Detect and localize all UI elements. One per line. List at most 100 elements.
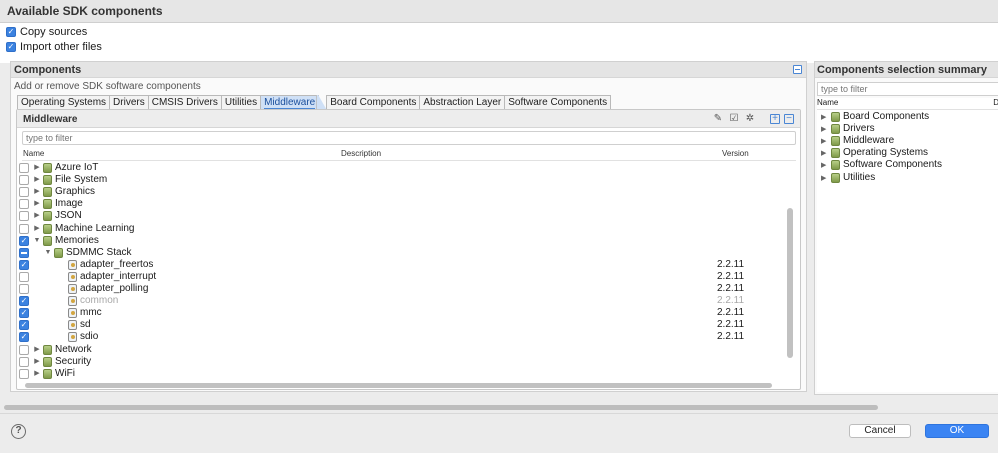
row-checkbox[interactable] — [19, 211, 29, 222]
collapsed-arrow-icon[interactable]: ▶ — [33, 212, 41, 220]
expanded-arrow-icon[interactable]: ▼ — [44, 249, 52, 257]
tree-row[interactable]: ▼ SDMMC Stack — [17, 247, 787, 259]
collapsed-arrow-icon[interactable]: ▶ — [33, 370, 41, 378]
collapsed-arrow-icon[interactable]: ▶ — [33, 346, 41, 354]
collapsed-arrow-icon[interactable]: ▶ — [821, 137, 826, 145]
tab-board-components[interactable]: Board Components — [326, 95, 421, 109]
summary-row[interactable]: ▶ Board Components — [817, 111, 997, 123]
row-checkbox[interactable] — [19, 223, 29, 234]
tree-row[interactable]: ▶ JSON — [17, 210, 787, 222]
dialog-horizontal-scrollbar[interactable] — [4, 405, 878, 410]
minimize-icon[interactable] — [793, 65, 802, 74]
row-name: Azure IoT — [55, 162, 99, 173]
tab-middleware[interactable]: Middleware — [260, 95, 320, 109]
tree-row[interactable]: ▶ Network — [17, 344, 787, 356]
components-panel-title: Components — [14, 64, 82, 76]
collapsed-arrow-icon[interactable]: ▶ — [33, 200, 41, 208]
tree-row[interactable]: ✓ common 2.2.11 — [17, 295, 787, 307]
collapsed-arrow-icon[interactable]: ▶ — [821, 161, 826, 169]
row-checkbox[interactable] — [19, 199, 29, 210]
tree-row[interactable]: ✓ mmc 2.2.11 — [17, 307, 787, 319]
copy-sources-checkbox[interactable]: ✓ Copy sources — [6, 26, 87, 38]
row-checkbox[interactable] — [19, 187, 29, 198]
collapsed-arrow-icon[interactable]: ▶ — [33, 225, 41, 233]
tree-row[interactable]: ▶ Image — [17, 198, 787, 210]
row-checkbox[interactable] — [19, 368, 29, 379]
summary-row[interactable]: ▶ Software Components — [817, 159, 997, 171]
collapsed-arrow-icon[interactable]: ▶ — [33, 358, 41, 366]
tree-row[interactable]: ✓ ▼ Memories — [17, 235, 787, 247]
row-name: SDMMC Stack — [66, 246, 132, 258]
row-checkbox[interactable] — [19, 247, 29, 258]
ok-button[interactable]: OK — [925, 424, 989, 438]
expand-all-icon[interactable]: + — [770, 114, 780, 124]
check-all-icon[interactable]: ☑ — [728, 113, 740, 125]
import-other-files-checkbox[interactable]: ✓ Import other files — [6, 41, 102, 53]
summary-filter-input[interactable] — [817, 82, 998, 96]
horizontal-scrollbar[interactable] — [25, 383, 772, 388]
summary-row-name: Board Components — [843, 111, 930, 122]
tab-operating-systems[interactable]: Operating Systems — [17, 95, 111, 109]
collapsed-arrow-icon[interactable]: ▶ — [33, 176, 41, 184]
row-checkbox[interactable] — [19, 163, 29, 173]
expanded-arrow-icon[interactable]: ▼ — [33, 237, 41, 245]
tab-drivers[interactable]: Drivers — [109, 95, 149, 109]
collapsed-arrow-icon[interactable]: ▶ — [33, 188, 41, 196]
database-icon — [43, 368, 52, 379]
edit-icon[interactable]: ✎ — [712, 113, 724, 125]
components-panel: Components Add or remove SDK software co… — [10, 61, 807, 392]
collapsed-arrow-icon[interactable]: ▶ — [821, 113, 826, 121]
row-checkbox[interactable]: ✓ — [19, 259, 29, 270]
filter-clear-icon[interactable]: ✲ — [744, 113, 756, 125]
row-checkbox[interactable] — [19, 284, 29, 294]
help-icon[interactable]: ? — [11, 424, 26, 439]
row-checkbox[interactable]: ✓ — [19, 308, 29, 319]
tree-row[interactable]: ▶ Azure IoT — [17, 162, 787, 174]
collapsed-arrow-icon[interactable]: ▶ — [821, 125, 826, 133]
row-version: 2.2.11 — [717, 258, 745, 270]
tab-abstraction-layer[interactable]: Abstraction Layer — [419, 95, 506, 109]
tree-row[interactable]: ✓ sd 2.2.11 — [17, 319, 787, 331]
row-checkbox[interactable]: ✓ — [19, 332, 29, 343]
tree-row[interactable]: adapter_polling 2.2.11 — [17, 283, 787, 295]
dialog-titlebar: Available SDK components — [0, 0, 998, 23]
summary-row[interactable]: ▶ Middleware — [817, 135, 997, 147]
row-name: common — [80, 295, 119, 307]
tree-row[interactable]: ▶ Graphics — [17, 186, 787, 198]
summary-row[interactable]: ▶ Drivers — [817, 123, 997, 135]
vertical-scrollbar[interactable] — [787, 208, 793, 358]
collapsed-arrow-icon[interactable]: ▶ — [821, 149, 826, 157]
tab-software-components[interactable]: Software Components — [504, 95, 612, 109]
tree-row[interactable]: ▶ File System — [17, 174, 787, 186]
tree-row[interactable]: ▶ WiFi — [17, 368, 787, 380]
collapsed-arrow-icon[interactable]: ▶ — [821, 174, 826, 182]
tree-row[interactable]: adapter_interrupt 2.2.11 — [17, 271, 787, 283]
component-icon — [68, 271, 77, 282]
summary-column-description[interactable]: D — [993, 98, 998, 107]
summary-row-name: Operating Systems — [843, 147, 929, 159]
tree-row[interactable]: ▶ Security — [17, 356, 787, 368]
row-checkbox[interactable]: ✓ — [19, 320, 29, 331]
row-checkbox[interactable] — [19, 271, 29, 282]
row-checkbox[interactable] — [19, 344, 29, 355]
view-toolbar: ✎ ☑ ✲ + − — [712, 113, 794, 125]
middleware-filter-input[interactable] — [22, 131, 796, 145]
check-icon: ✓ — [6, 42, 16, 52]
database-icon — [831, 136, 840, 147]
row-name: Image — [55, 198, 83, 210]
row-checkbox[interactable]: ✓ — [19, 296, 29, 307]
tab-utilities[interactable]: Utilities — [220, 95, 262, 109]
tree-row[interactable]: ✓ sdio 2.2.11 — [17, 331, 787, 343]
row-checkbox[interactable]: ✓ — [19, 235, 29, 246]
collapse-all-icon[interactable]: − — [784, 114, 794, 124]
row-checkbox[interactable] — [19, 175, 29, 186]
summary-column-name[interactable]: Name — [817, 98, 838, 107]
cancel-button[interactable]: Cancel — [849, 424, 911, 438]
collapsed-arrow-icon[interactable]: ▶ — [33, 164, 41, 172]
summary-row[interactable]: ▶ Utilities — [817, 172, 997, 184]
tree-row[interactable]: ▶ Machine Learning — [17, 223, 787, 235]
tab-cmsis-drivers[interactable]: CMSIS Drivers — [147, 95, 222, 109]
tree-row[interactable]: ✓ adapter_freertos 2.2.11 — [17, 259, 787, 271]
summary-row[interactable]: ▶ Operating Systems — [817, 147, 997, 159]
row-checkbox[interactable] — [19, 356, 29, 367]
